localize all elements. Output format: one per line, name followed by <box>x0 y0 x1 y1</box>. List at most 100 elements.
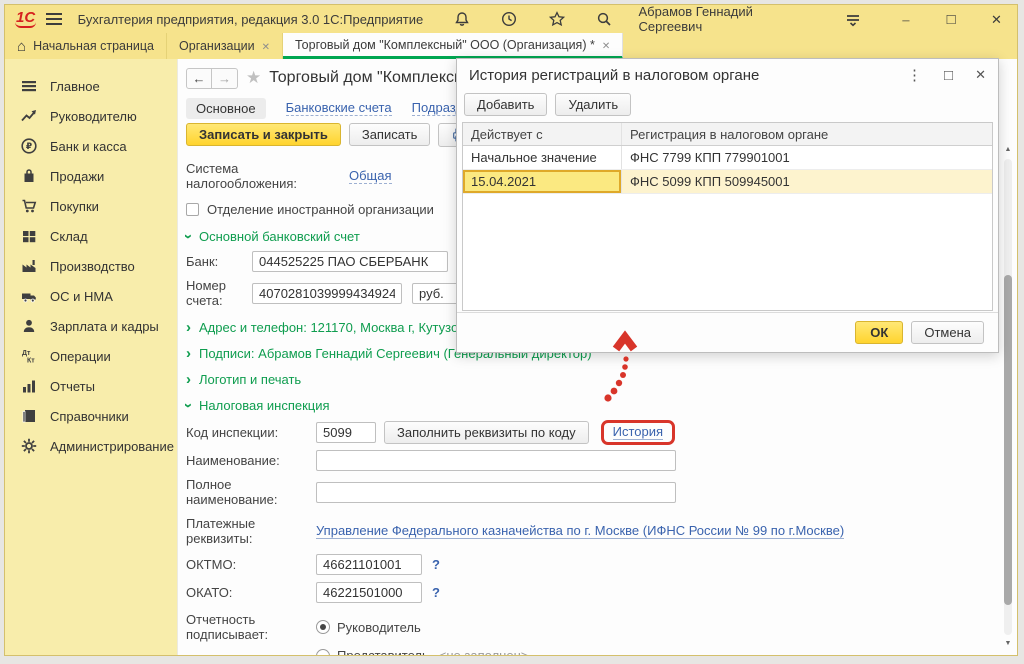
tab-close-icon[interactable] <box>602 38 610 52</box>
add-button[interactable]: Добавить <box>464 93 547 116</box>
table-row-selected[interactable]: 15.04.2021 ФНС 5099 КПП 509945001 <box>463 170 992 194</box>
sidebar-item-label: Операции <box>50 349 111 364</box>
cancel-button[interactable]: Отмена <box>911 321 984 344</box>
scrollbar-thumb[interactable] <box>1004 275 1012 605</box>
sidebar-item-sales[interactable]: Продажи <box>5 161 177 191</box>
person-icon <box>20 317 38 335</box>
delete-button[interactable]: Удалить <box>555 93 631 116</box>
cell-registration[interactable]: ФНС 7799 КПП 779901001 <box>621 146 992 169</box>
favorites-star-icon[interactable] <box>547 9 566 29</box>
book-icon <box>20 407 38 425</box>
sidebar-item-fixed-assets[interactable]: ОС и НМА <box>5 281 177 311</box>
bag-icon <box>20 167 38 185</box>
column-valid-from[interactable]: Действует с <box>463 123 621 145</box>
app-window: 1С Бухгалтерия предприятия, редакция 3.0… <box>4 4 1018 656</box>
sidebar-item-production[interactable]: Производство <box>5 251 177 281</box>
okato-label: ОКАТО: <box>186 585 316 600</box>
tax-system-value-link[interactable]: Общая <box>349 168 392 184</box>
chevron-down-icon[interactable] <box>181 403 196 408</box>
cell-registration[interactable]: ФНС 5099 КПП 509945001 <box>621 170 992 193</box>
inspection-code-input[interactable] <box>316 422 376 443</box>
scrollbar-track[interactable] <box>1004 159 1012 635</box>
history-clock-icon[interactable] <box>500 9 519 29</box>
sidebar-item-reports[interactable]: Отчеты <box>5 371 177 401</box>
service-menu-icon[interactable] <box>843 9 862 29</box>
sidebar-item-operations[interactable]: ДтКт Операции <box>5 341 177 371</box>
ok-button[interactable]: ОК <box>855 321 903 344</box>
dialog-maximize-icon[interactable] <box>944 67 953 84</box>
sidebar-item-manager[interactable]: Руководителю <box>5 101 177 131</box>
help-icon[interactable] <box>432 557 440 572</box>
1c-logo: 1С <box>15 11 36 28</box>
app-title: Бухгалтерия предприятия, редакция 3.0 1С… <box>78 12 424 27</box>
sidebar-item-label: Справочники <box>50 409 129 424</box>
column-registration[interactable]: Регистрация в налоговом органе <box>621 123 992 145</box>
radio-head[interactable] <box>316 620 330 634</box>
table-row[interactable]: Начальное значение ФНС 7799 КПП 77990100… <box>463 146 992 170</box>
section-logo-stamp[interactable]: Логотип и печать <box>199 372 301 387</box>
payment-details-link[interactable]: Управление Федерального казначейства по … <box>316 523 844 539</box>
main-menu-icon[interactable] <box>46 13 61 25</box>
tab-home[interactable]: Начальная страница <box>5 33 167 59</box>
sidebar-item-main[interactable]: Главное <box>5 71 177 101</box>
tab-organization-card[interactable]: Торговый дом "Комплексный" ООО (Организа… <box>283 33 623 59</box>
radio-representative[interactable] <box>316 649 330 656</box>
sidebar-item-salary-hr[interactable]: Зарплата и кадры <box>5 311 177 341</box>
dialog-more-icon[interactable] <box>907 66 922 84</box>
sidebar-item-label: Администрирование <box>50 439 174 454</box>
form-nav-bank-accounts[interactable]: Банковские счета <box>286 100 392 116</box>
registrations-table: Действует с Регистрация в налоговом орга… <box>462 122 993 311</box>
chevron-right-icon[interactable] <box>186 346 191 361</box>
tab-organizations-label: Организации <box>179 39 255 53</box>
cell-date[interactable]: Начальное значение <box>463 146 621 169</box>
cell-date[interactable]: 15.04.2021 <box>463 170 621 193</box>
sidebar-item-label: Отчеты <box>50 379 95 394</box>
sidebar-item-purchases[interactable]: Покупки <box>5 191 177 221</box>
inspection-code-label: Код инспекции: <box>186 425 316 440</box>
foreign-org-checkbox[interactable] <box>186 203 199 216</box>
window-maximize-button[interactable] <box>941 11 962 28</box>
sidebar-item-directories[interactable]: Справочники <box>5 401 177 431</box>
name-input[interactable] <box>316 450 676 471</box>
vertical-scrollbar[interactable] <box>1003 145 1013 649</box>
save-and-close-button[interactable]: Записать и закрыть <box>186 123 341 146</box>
oktmo-input[interactable] <box>316 554 422 575</box>
sidebar-item-label: Склад <box>50 229 88 244</box>
sidebar-item-warehouse[interactable]: Склад <box>5 221 177 251</box>
section-bank-account[interactable]: Основной банковский счет <box>199 229 360 244</box>
sidebar-item-label: Зарплата и кадры <box>50 319 159 334</box>
dialog-close-icon[interactable] <box>975 67 986 83</box>
sidebar-item-administration[interactable]: Администрирование <box>5 431 177 461</box>
forward-button[interactable]: → <box>212 68 238 89</box>
chevron-right-icon[interactable] <box>186 320 191 335</box>
search-icon[interactable] <box>594 9 613 29</box>
notifications-bell-icon[interactable] <box>452 9 471 29</box>
bank-input[interactable] <box>252 251 448 272</box>
scroll-down-icon[interactable] <box>1003 639 1013 649</box>
section-tax-inspection[interactable]: Налоговая инспекция <box>199 398 330 413</box>
full-name-input[interactable] <box>316 482 676 503</box>
back-button[interactable]: ← <box>186 68 212 89</box>
okato-input[interactable] <box>316 582 422 603</box>
sidebar-item-bank-cash[interactable]: ₽ Банк и касса <box>5 131 177 161</box>
form-nav-main[interactable]: Основное <box>186 98 266 119</box>
sidebar-item-label: Производство <box>50 259 135 274</box>
window-minimize-button[interactable] <box>895 11 916 27</box>
window-close-button[interactable] <box>986 11 1007 28</box>
account-number-input[interactable] <box>252 283 402 304</box>
titlebar: 1С Бухгалтерия предприятия, редакция 3.0… <box>5 5 1017 33</box>
annotation-highlight-box: История <box>601 420 675 445</box>
tax-system-label: Система налогообложения: <box>186 161 349 191</box>
history-link[interactable]: История <box>613 424 663 440</box>
chevron-right-icon[interactable] <box>186 372 191 387</box>
ruble-circle-icon: ₽ <box>20 137 38 155</box>
chevron-down-icon[interactable] <box>181 234 196 239</box>
save-button[interactable]: Записать <box>349 123 431 146</box>
tab-organizations[interactable]: Организации <box>167 33 283 59</box>
scroll-up-icon[interactable] <box>1003 145 1013 155</box>
fill-by-code-button[interactable]: Заполнить реквизиты по коду <box>384 421 589 444</box>
current-user[interactable]: Абрамов Геннадий Сергеевич <box>639 4 814 34</box>
tab-close-icon[interactable] <box>262 39 270 53</box>
favorite-star-icon[interactable]: ★ <box>246 68 261 88</box>
help-icon[interactable] <box>432 585 440 600</box>
